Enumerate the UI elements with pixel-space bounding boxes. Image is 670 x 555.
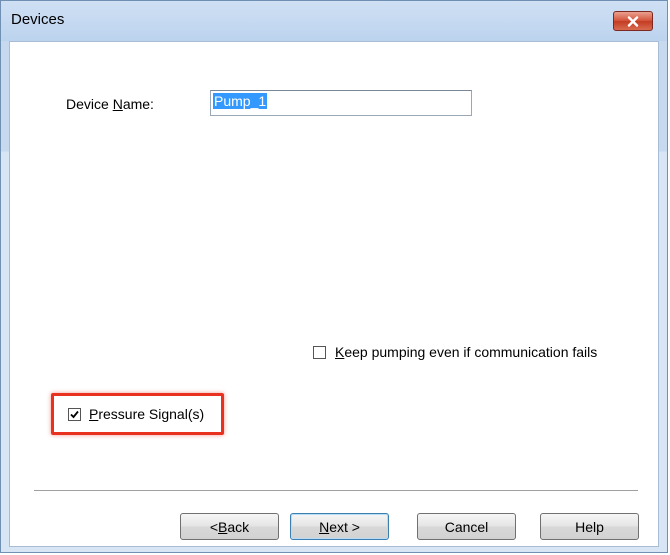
back-button[interactable]: < Back [180, 513, 279, 540]
close-button[interactable] [613, 11, 653, 31]
help-button[interactable]: Help [540, 513, 639, 540]
keep-pumping-checkbox[interactable] [313, 346, 326, 359]
device-name-input[interactable]: Pump_1 [210, 90, 472, 116]
divider [34, 490, 638, 492]
close-icon [627, 15, 639, 27]
dialog-content: Device Name: Pump_1 Keep pumping even if… [9, 41, 659, 547]
devices-dialog: Devices Device Name: Pump_1 Keep pumping… [0, 0, 668, 553]
title-bar: Devices [1, 1, 667, 41]
checkmark-icon [70, 410, 79, 419]
device-name-value: Pump_1 [213, 93, 268, 109]
pressure-signal-label[interactable]: Pressure Signal(s) [89, 406, 204, 422]
pressure-signal-checkbox[interactable] [68, 408, 81, 421]
cancel-button[interactable]: Cancel [417, 513, 516, 540]
next-button[interactable]: Next > [290, 513, 389, 540]
device-name-label: Device Name: [66, 96, 154, 112]
keep-pumping-label[interactable]: Keep pumping even if communication fails [335, 344, 597, 360]
window-title: Devices [11, 11, 65, 28]
